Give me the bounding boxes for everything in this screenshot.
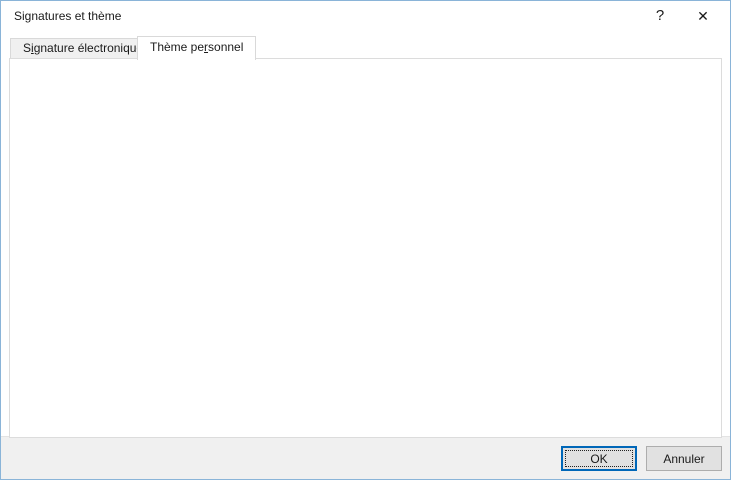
cancel-button[interactable]: Annuler bbox=[646, 446, 722, 471]
ok-button[interactable]: OK bbox=[561, 446, 637, 471]
tab-label-part: gnature électronique bbox=[34, 41, 143, 55]
tab-theme-personnel[interactable]: Thème personnel bbox=[137, 36, 256, 60]
window-title: Signatures et thème bbox=[14, 1, 121, 31]
signatures-and-stationery-dialog: Signatures et thème ? ✕ Signature électr… bbox=[0, 0, 731, 480]
tab-content-panel bbox=[9, 58, 722, 438]
tab-label-part: sonnel bbox=[208, 40, 243, 54]
tab-label-part: S bbox=[23, 41, 31, 55]
dialog-footer: OK Annuler bbox=[1, 436, 730, 479]
close-icon[interactable]: ✕ bbox=[682, 1, 724, 31]
tab-signature-electronique[interactable]: Signature électronique bbox=[10, 38, 156, 59]
title-bar: Signatures et thème ? ✕ bbox=[1, 1, 730, 31]
tab-label-part: Thème pe bbox=[150, 40, 204, 54]
help-icon[interactable]: ? bbox=[642, 1, 678, 31]
